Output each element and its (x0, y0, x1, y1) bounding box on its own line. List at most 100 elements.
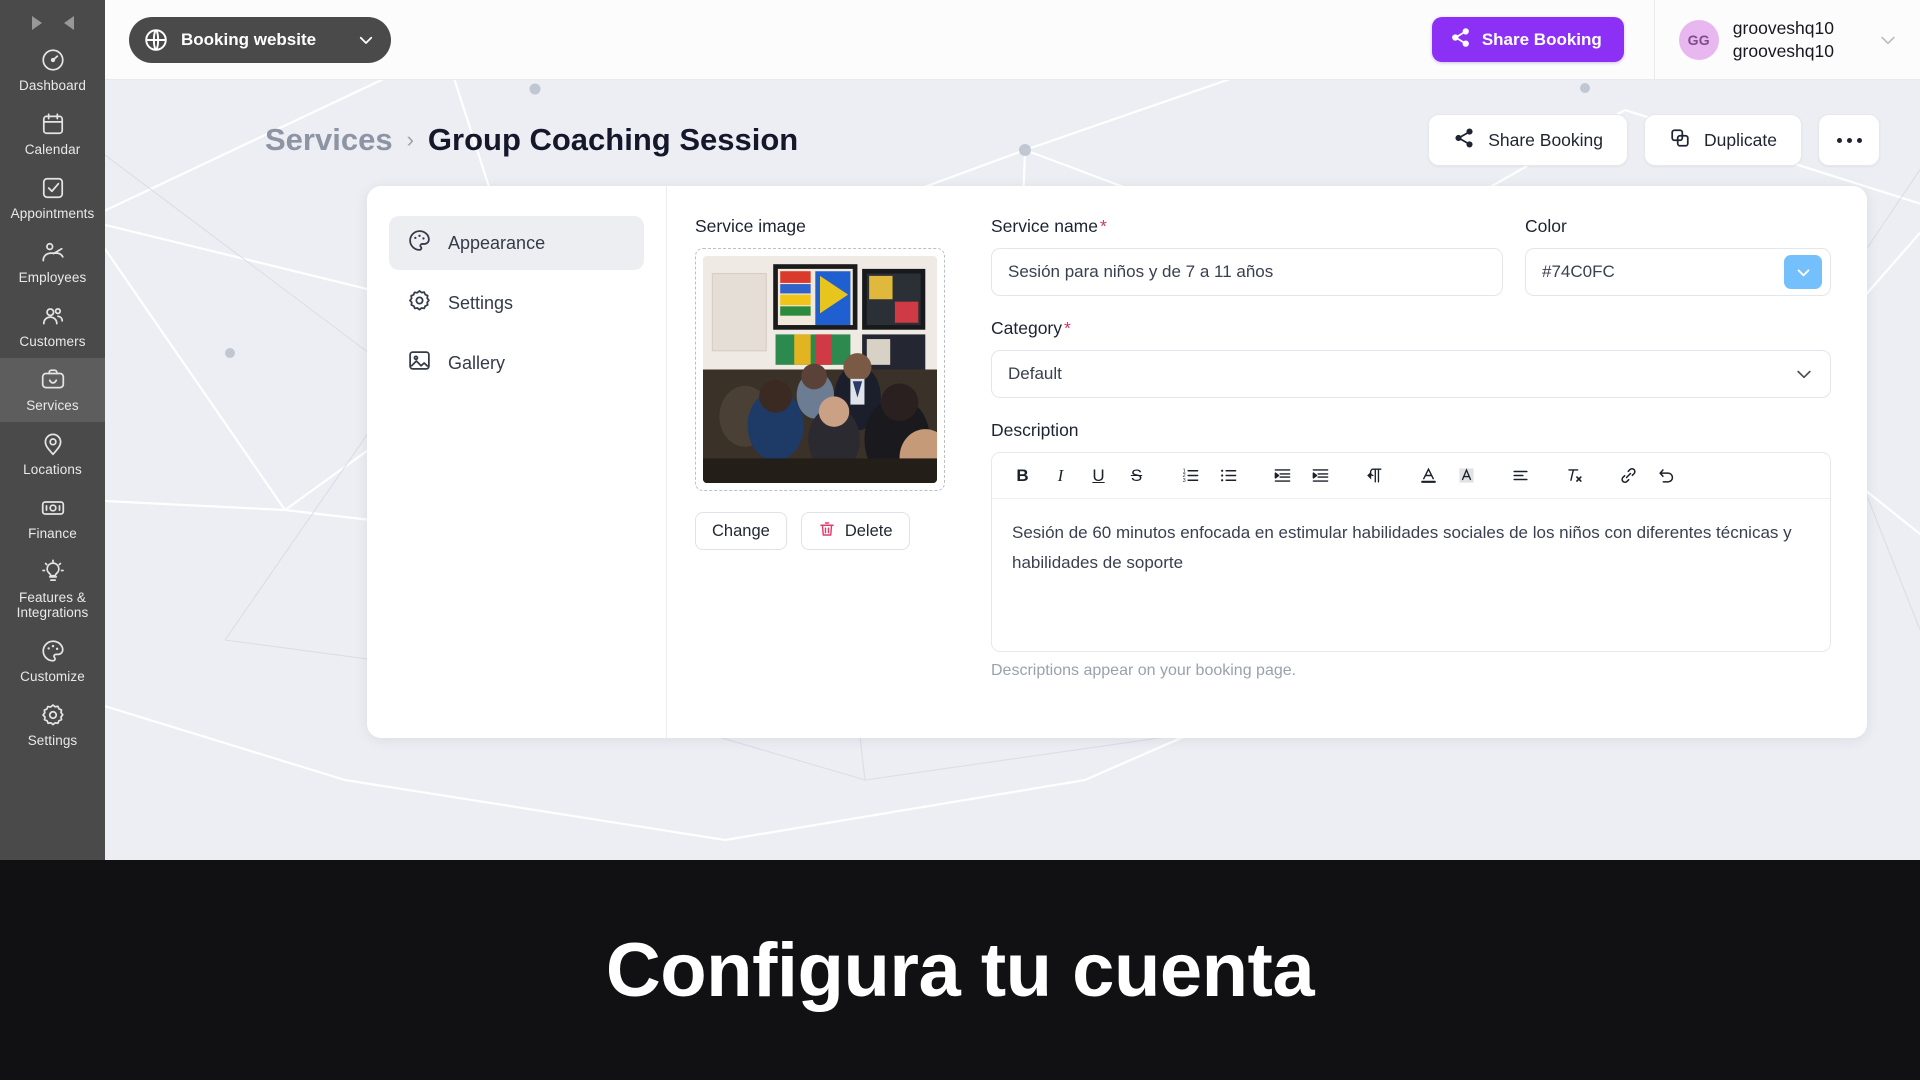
employees-icon (40, 239, 66, 265)
service-name-label-text: Service name (991, 216, 1098, 236)
bold-icon[interactable]: B (1006, 459, 1039, 492)
color-value: #74C0FC (1542, 262, 1615, 281)
sidebar-item-calendar[interactable]: Calendar (0, 102, 105, 166)
topbar-right-cluster: Share Booking GG grooveshq10 grooveshq10 (1431, 0, 1920, 80)
card-body: Service image Change Delete Service name… (667, 186, 1867, 738)
booking-website-selector[interactable]: Booking website (129, 16, 391, 63)
service-name-input[interactable]: Sesión para niños y de 7 a 11 años (991, 248, 1503, 296)
main-sidebar: Dashboard Calendar Appointments Employees Cu… (0, 0, 105, 860)
service-name-label: Service name * (991, 216, 1503, 237)
link-icon[interactable] (1612, 459, 1645, 492)
service-name-field-group: Service name * Sesión para niños y de 7 a… (991, 216, 1503, 296)
bottom-banner: Configura tu cuenta (0, 860, 1920, 1080)
align-icon[interactable] (1504, 459, 1537, 492)
sidebar-item-label: Employees (18, 270, 87, 285)
main-content-area: Services › Group Coaching Session Share … (105, 80, 1920, 860)
sidebar-item-label: Locations (23, 462, 82, 477)
breadcrumb-separator-icon: › (406, 127, 414, 152)
delete-image-label: Delete (844, 521, 893, 540)
bullet-list-icon[interactable] (1212, 459, 1245, 492)
tab-appearance[interactable]: Appearance (389, 216, 644, 270)
category-value: Default (1008, 364, 1062, 383)
page-header-actions: Share Booking Duplicate (1428, 114, 1880, 166)
change-image-button[interactable]: Change (695, 512, 787, 550)
category-select[interactable]: Default (991, 350, 1831, 398)
customers-icon (40, 303, 66, 329)
tab-settings[interactable]: Settings (389, 276, 644, 330)
clear-format-icon[interactable] (1558, 459, 1591, 492)
app-root: Dashboard Calendar Appointments Employees Cu… (0, 0, 1920, 1080)
booking-website-label: Booking website (181, 29, 317, 49)
tab-gallery[interactable]: Gallery (389, 336, 644, 390)
font-color-icon[interactable] (1412, 459, 1445, 492)
service-image-dropzone[interactable] (695, 248, 945, 491)
share-icon (1450, 27, 1471, 53)
italic-icon[interactable]: I (1044, 459, 1077, 492)
share-booking-primary-button[interactable]: Share Booking (1431, 17, 1624, 62)
sidebar-collapse-controls[interactable] (0, 0, 105, 38)
service-fields: Service name * Sesión para niños y de 7 a… (991, 216, 1831, 738)
service-image-label: Service image (695, 216, 806, 236)
breadcrumb-parent[interactable]: Services (265, 122, 393, 158)
more-options-button[interactable] (1818, 114, 1880, 166)
undo-icon[interactable] (1650, 459, 1683, 492)
category-label: Category * (991, 318, 1831, 339)
pin-icon (40, 431, 66, 457)
bulb-icon (40, 559, 66, 585)
sidebar-item-label: Dashboard (19, 78, 86, 93)
duplicate-icon (1669, 127, 1691, 154)
highlight-color-icon[interactable] (1450, 459, 1483, 492)
more-options-icon (1836, 137, 1842, 143)
sidebar-item-appointments[interactable]: Appointments (0, 166, 105, 230)
gear-icon (407, 288, 432, 318)
topbar-divider (1653, 0, 1655, 80)
required-marker: * (1100, 216, 1107, 236)
user-menu[interactable]: GG grooveshq10 grooveshq10 (1678, 17, 1920, 63)
service-image-section: Service image Change Delete (695, 216, 947, 738)
color-input[interactable]: #74C0FC (1525, 248, 1831, 296)
indent-icon[interactable] (1304, 459, 1337, 492)
sidebar-item-locations[interactable]: Locations (0, 422, 105, 486)
service-name-value: Sesión para niños y de 7 a 11 años (1008, 262, 1274, 281)
text-direction-icon[interactable] (1358, 459, 1391, 492)
category-field-group: Category * Default (991, 318, 1831, 398)
service-editor-card: Appearance Settings Gallery Service imag… (367, 186, 1867, 738)
trash-icon (818, 520, 836, 543)
top-bar: Booking website Share Booking GG grooves… (105, 0, 1920, 80)
palette-icon (40, 638, 66, 664)
share-booking-button[interactable]: Share Booking (1428, 114, 1629, 166)
name-color-row: Service name * Sesión para niños y de 7 a… (991, 216, 1831, 318)
description-text[interactable]: Sesión de 60 minutos enfocada en estimul… (992, 499, 1830, 651)
gear-icon (40, 702, 66, 728)
sidebar-item-label: Customize (20, 669, 85, 684)
share-booking-primary-label: Share Booking (1481, 29, 1602, 49)
ordered-list-icon[interactable]: 123 (1174, 459, 1207, 492)
tab-settings-label: Settings (448, 292, 514, 313)
sidebar-item-services[interactable]: Services (0, 358, 105, 422)
sidebar-item-dashboard[interactable]: Dashboard (0, 38, 105, 102)
sidebar-item-label: Appointments (10, 206, 95, 221)
sidebar-item-customize[interactable]: Customize (0, 629, 105, 693)
sidebar-item-customers[interactable]: Customers (0, 294, 105, 358)
sidebar-item-settings[interactable]: Settings (0, 693, 105, 757)
chevron-down-icon (357, 31, 375, 49)
strikethrough-icon[interactable]: S (1120, 459, 1153, 492)
sidebar-item-finance[interactable]: Finance (0, 486, 105, 550)
checkbox-icon (40, 175, 66, 201)
chevron-down-icon[interactable] (1878, 30, 1898, 50)
underline-icon[interactable]: U (1082, 459, 1115, 492)
palette-icon (407, 228, 432, 258)
color-swatch-button[interactable] (1784, 255, 1822, 289)
sidebar-item-label: Finance (28, 526, 77, 541)
collapse-arrow-icon[interactable] (63, 16, 74, 30)
expand-arrow-icon[interactable] (31, 16, 42, 30)
delete-image-button[interactable]: Delete (800, 512, 910, 550)
sidebar-item-employees[interactable]: Employees (0, 230, 105, 294)
sidebar-item-features-integrations[interactable]: Features & Integrations (0, 550, 105, 629)
user-name-line1: grooveshq10 (1732, 17, 1834, 38)
duplicate-button[interactable]: Duplicate (1644, 114, 1802, 166)
outdent-icon[interactable] (1266, 459, 1299, 492)
sidebar-item-label: Services (26, 398, 79, 413)
tab-gallery-label: Gallery (448, 352, 506, 373)
chevron-down-icon (1794, 364, 1814, 384)
